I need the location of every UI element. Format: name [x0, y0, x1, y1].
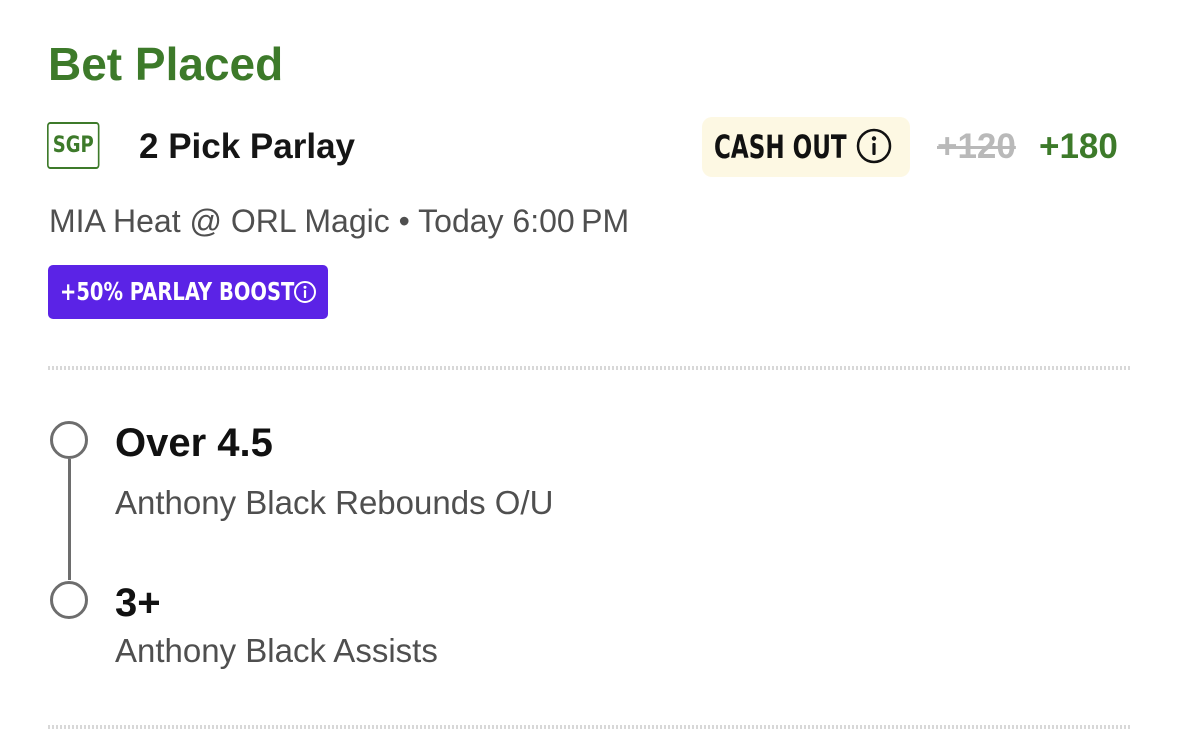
bet-status-title: Bet Placed	[48, 38, 284, 90]
circle-outline-icon	[50, 581, 88, 619]
original-odds: +120	[937, 127, 1016, 166]
parlay-boost-label: +50% PARLAY BOOST	[60, 277, 295, 306]
leg-selection: 3+	[115, 581, 161, 625]
cash-out-button[interactable]: CASH OUT	[702, 117, 910, 177]
boosted-odds: +180	[1039, 127, 1118, 166]
circle-outline-icon	[50, 421, 88, 459]
cash-out-label: CASH OUT	[714, 128, 847, 166]
leg-selection: Over 4.5	[115, 421, 273, 465]
sgp-badge-label: SGP	[52, 133, 94, 158]
leg-market: Anthony Black Assists	[115, 632, 438, 669]
divider	[48, 725, 1131, 729]
leg-connector-line	[68, 459, 71, 580]
parlay-boost-badge[interactable]: +50% PARLAY BOOST	[48, 265, 328, 319]
info-icon[interactable]	[856, 128, 892, 164]
game-info: MIA Heat @ ORL Magic • Today 6:00 PM	[49, 203, 630, 239]
leg-market: Anthony Black Rebounds O/U	[115, 484, 554, 521]
divider	[48, 366, 1131, 370]
info-icon[interactable]	[293, 280, 317, 304]
sgp-badge: SGP	[47, 122, 100, 169]
parlay-title: 2 Pick Parlay	[139, 127, 355, 166]
